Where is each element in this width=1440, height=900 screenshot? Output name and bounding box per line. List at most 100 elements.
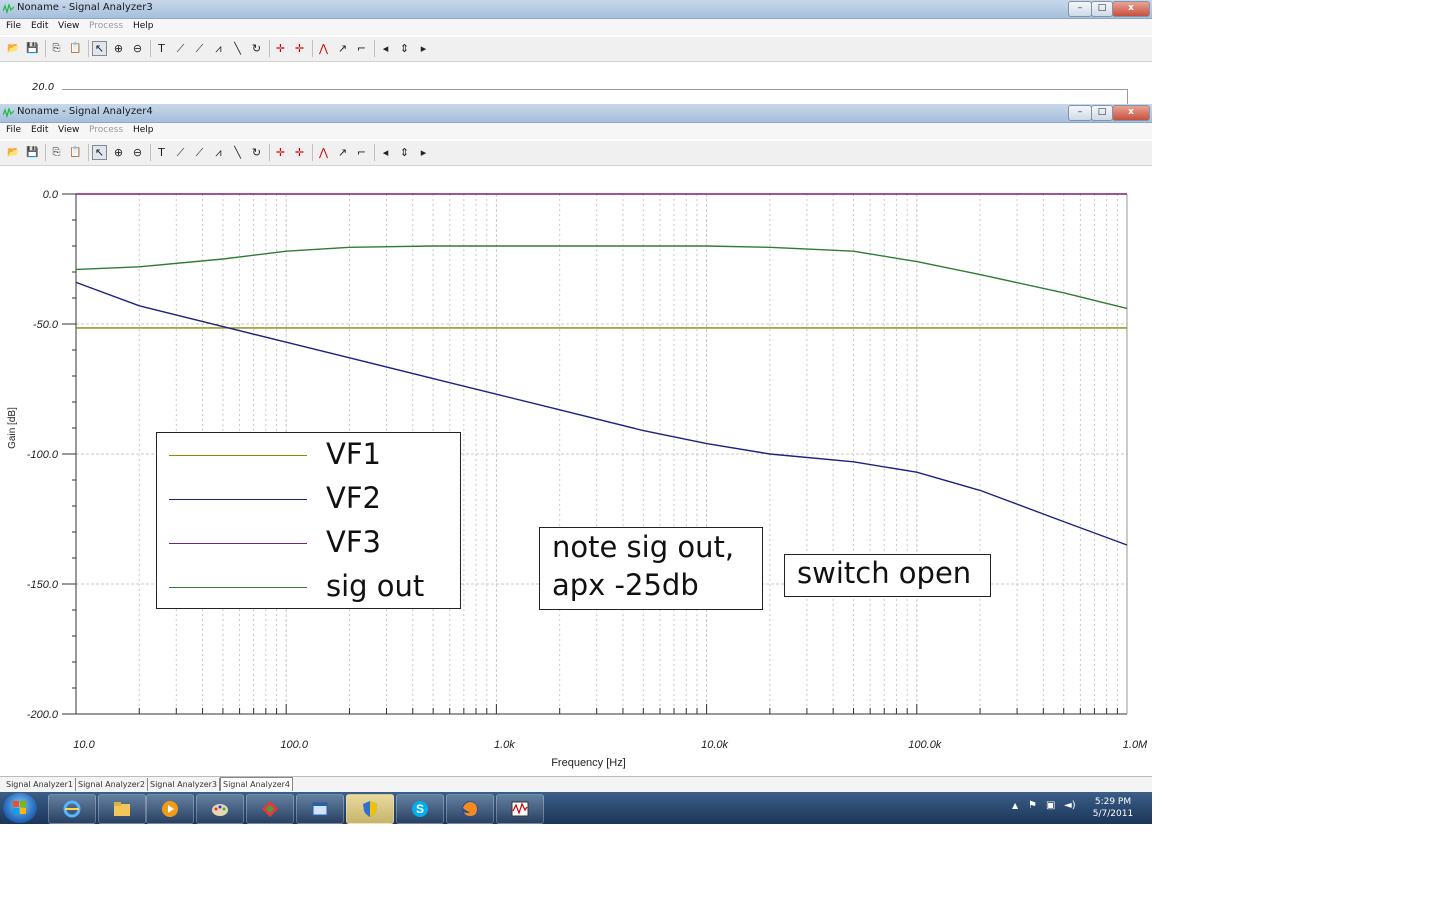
zoom-out-icon[interactable]: ⊖ — [130, 41, 145, 56]
taskbar-paint[interactable] — [196, 794, 244, 824]
marker-icon[interactable]: ⩘ — [211, 41, 226, 56]
menu-process[interactable]: Process — [89, 21, 123, 31]
y-tick-label: -150.0 — [27, 579, 59, 591]
rotate-icon[interactable]: ↻ — [249, 145, 264, 160]
menu-file[interactable]: File — [6, 21, 21, 31]
y-tick-label: -200.0 — [27, 709, 59, 721]
text-icon[interactable]: T — [154, 41, 169, 56]
menu-file[interactable]: File — [6, 125, 21, 135]
marker-icon[interactable]: ⩘ — [211, 145, 226, 160]
crosshair-a-icon[interactable]: ✛ — [273, 145, 288, 160]
title-bar[interactable]: Noname - Signal Analyzer4 – □ x — [0, 104, 1152, 123]
arrow-left-icon[interactable]: ◂ — [378, 41, 393, 56]
internet-explorer-icon — [63, 800, 81, 818]
x-tick-label: 1.0M — [1123, 739, 1148, 751]
menu-view[interactable]: View — [58, 21, 79, 31]
crosshair-b-icon[interactable]: ✛ — [292, 41, 307, 56]
title-bar[interactable]: Noname - Signal Analyzer3 – □ x — [0, 0, 1152, 19]
flag-icon[interactable]: ⚑ — [1028, 800, 1037, 811]
taskbar-media-player[interactable] — [146, 794, 194, 824]
peak-icon[interactable]: ⋀ — [316, 41, 331, 56]
svg-text:S: S — [416, 802, 424, 816]
rotate-icon[interactable]: ↻ — [249, 41, 264, 56]
taskbar-explorer[interactable] — [98, 794, 146, 824]
cursor-a-icon[interactable]: ⟋ — [173, 145, 188, 160]
legend[interactable]: VF1 VF2 VF3 sig out — [156, 432, 461, 609]
zoom-in-icon[interactable]: ⊕ — [111, 145, 126, 160]
crosshair-b-icon[interactable]: ✛ — [292, 145, 307, 160]
toolbar-separator — [45, 40, 46, 57]
taskbar-firefox[interactable] — [446, 794, 494, 824]
close-button[interactable]: x — [1112, 1, 1150, 17]
toolbar: 📂 💾 ⎘ 📋 ↖ ⊕ ⊖ T ⟋ ⟋ ⩘ ╲ ↻ ✛ ✛ ⋀ ↗ ⌐ ◂ ⇕ ▸ — [0, 140, 1152, 166]
taskbar-skype[interactable]: S — [396, 794, 444, 824]
tab-signal-analyzer1[interactable]: Signal Analyzer1 — [4, 778, 77, 791]
arrow-right-icon[interactable]: ▸ — [416, 145, 431, 160]
tangent-icon[interactable]: ↗ — [335, 41, 350, 56]
open-icon[interactable]: 📂 — [6, 41, 21, 56]
close-button[interactable]: x — [1112, 105, 1150, 121]
folder-icon — [114, 802, 130, 816]
arrow-updown-icon[interactable]: ⇕ — [397, 145, 412, 160]
toolbar-separator — [45, 144, 46, 161]
arrow-updown-icon[interactable]: ⇕ — [397, 41, 412, 56]
menu-help[interactable]: Help — [133, 21, 154, 31]
minimize-button[interactable]: – — [1068, 1, 1092, 17]
taskbar-tina[interactable] — [496, 794, 544, 824]
save-icon[interactable]: 💾 — [25, 41, 40, 56]
legend-line-sig-out — [169, 587, 307, 588]
maximize-button[interactable]: □ — [1091, 1, 1113, 17]
paste-icon[interactable]: 📋 — [68, 145, 83, 160]
tab-signal-analyzer4[interactable]: Signal Analyzer4 — [220, 777, 294, 791]
zoom-in-icon[interactable]: ⊕ — [111, 41, 126, 56]
crosshair-a-icon[interactable]: ✛ — [273, 41, 288, 56]
show-hidden-icons-icon[interactable]: ▲ — [1012, 801, 1018, 810]
app-icon — [262, 801, 278, 817]
line-icon[interactable]: ╲ — [230, 145, 245, 160]
slope-icon[interactable]: ⌐ — [354, 145, 369, 160]
toolbar-separator — [150, 40, 151, 57]
arrow-left-icon[interactable]: ◂ — [378, 145, 393, 160]
start-button[interactable] — [3, 793, 37, 823]
taskbar-window[interactable] — [296, 794, 344, 824]
menu-edit[interactable]: Edit — [31, 21, 48, 31]
slope-icon[interactable]: ⌐ — [354, 41, 369, 56]
tangent-icon[interactable]: ↗ — [335, 145, 350, 160]
legend-label: VF2 — [326, 481, 381, 515]
toolbar-separator — [312, 40, 313, 57]
text-icon[interactable]: T — [154, 145, 169, 160]
clock[interactable]: 5:29 PM 5/7/2011 — [1088, 796, 1138, 820]
menu-edit[interactable]: Edit — [31, 125, 48, 135]
paste-icon[interactable]: 📋 — [68, 41, 83, 56]
network-icon[interactable]: ▣ — [1046, 800, 1055, 811]
open-icon[interactable]: 📂 — [6, 145, 21, 160]
zoom-out-icon[interactable]: ⊖ — [130, 145, 145, 160]
peak-icon[interactable]: ⋀ — [316, 145, 331, 160]
save-icon[interactable]: 💾 — [25, 145, 40, 160]
volume-icon[interactable]: ◄) — [1064, 800, 1076, 811]
taskbar-ie[interactable] — [48, 794, 96, 824]
menu-help[interactable]: Help — [133, 125, 154, 135]
copy-icon[interactable]: ⎘ — [49, 41, 64, 56]
legend-label: VF1 — [326, 437, 381, 471]
cursor-b-icon[interactable]: ⟋ — [192, 145, 207, 160]
annotation-switch[interactable]: switch open — [784, 554, 991, 597]
annotation-note[interactable]: note sig out, apx -25db — [539, 527, 763, 610]
menu-view[interactable]: View — [58, 125, 79, 135]
legend-item: sig out — [169, 569, 454, 605]
cursor-b-icon[interactable]: ⟋ — [192, 41, 207, 56]
cursor-a-icon[interactable]: ⟋ — [173, 41, 188, 56]
pointer-icon[interactable]: ↖ — [92, 41, 107, 56]
tab-signal-analyzer3[interactable]: Signal Analyzer3 — [148, 778, 221, 791]
tina-icon — [511, 801, 529, 817]
tab-signal-analyzer2[interactable]: Signal Analyzer2 — [76, 778, 149, 791]
maximize-button[interactable]: □ — [1091, 105, 1113, 121]
arrow-right-icon[interactable]: ▸ — [416, 41, 431, 56]
taskbar-security[interactable] — [346, 794, 394, 824]
copy-icon[interactable]: ⎘ — [49, 145, 64, 160]
pointer-icon[interactable]: ↖ — [92, 145, 107, 160]
taskbar-app[interactable] — [246, 794, 294, 824]
minimize-button[interactable]: – — [1068, 105, 1092, 121]
menu-process[interactable]: Process — [89, 125, 123, 135]
line-icon[interactable]: ╲ — [230, 41, 245, 56]
